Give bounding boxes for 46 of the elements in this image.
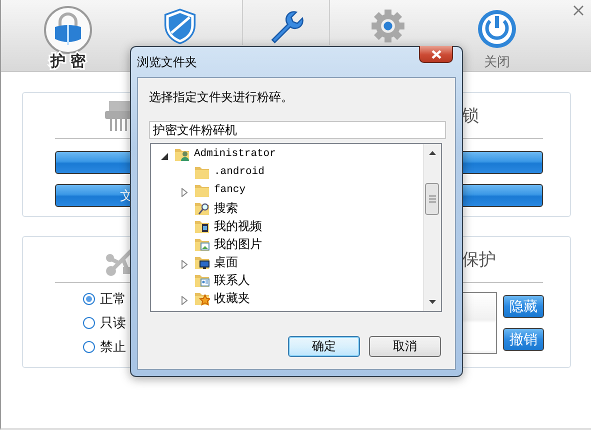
folder-contacts-icon: [194, 272, 210, 288]
tree-item[interactable]: Administrator: [151, 145, 423, 163]
dialog-button[interactable]: 取消: [369, 336, 441, 357]
action-button[interactable]: 隐藏: [503, 295, 544, 318]
tree-item[interactable]: 我的图片: [151, 235, 423, 253]
folder-picture-icon: [194, 236, 210, 252]
collapsed-arrow-icon[interactable]: [180, 260, 189, 268]
tree-item[interactable]: fancy: [151, 181, 423, 199]
dialog-prompt: 选择指定文件夹进行粉碎。: [149, 89, 294, 104]
folder-icon: [194, 182, 210, 198]
folder-video-icon: [194, 218, 210, 234]
power-icon: [475, 7, 519, 51]
expanded-arrow-icon[interactable]: [160, 152, 169, 160]
folder-search-icon: [194, 200, 210, 216]
dialog-title: 浏览文件夹: [137, 54, 197, 70]
radio-label: 只读: [100, 315, 126, 332]
nav-tab[interactable]: 关闭: [453, 0, 541, 71]
folder-field[interactable]: 护密文件粉碎机: [149, 121, 446, 139]
radio-label: 禁止: [100, 339, 126, 356]
tree-item[interactable]: .android: [151, 163, 423, 181]
dialog-button[interactable]: 确定: [288, 336, 360, 357]
lock-icon: [43, 5, 93, 55]
radio-label: 正常: [100, 291, 126, 308]
action-button[interactable]: 撤销: [503, 328, 544, 351]
folder-desktop-icon: [194, 254, 210, 270]
panel-title: 保护: [462, 249, 497, 271]
folder-user-icon: [174, 146, 190, 162]
close-icon[interactable]: [573, 5, 584, 16]
panel-title: 锁: [462, 105, 480, 127]
tree-item[interactable]: 我的视频: [151, 217, 423, 235]
tree-item[interactable]: 联系人: [151, 271, 423, 289]
nav-tab[interactable]: [242, 0, 330, 45]
collapsed-arrow-icon[interactable]: [180, 296, 189, 304]
tree-item[interactable]: 桌面: [151, 253, 423, 271]
folder-icon: [194, 164, 210, 180]
radio-button[interactable]: [83, 317, 95, 329]
folder-favorites-icon: [194, 290, 210, 306]
close-icon: [430, 50, 442, 58]
radio-button[interactable]: [83, 341, 95, 353]
radio-button[interactable]: [83, 293, 95, 305]
tree-item[interactable]: 搜索: [151, 199, 423, 217]
collapsed-arrow-icon[interactable]: [180, 188, 189, 196]
nav-tab[interactable]: 护 密: [24, 0, 112, 71]
scrollbar[interactable]: [423, 144, 441, 311]
close-button[interactable]: [419, 46, 453, 63]
tree-item[interactable]: 收藏夹: [151, 289, 423, 307]
